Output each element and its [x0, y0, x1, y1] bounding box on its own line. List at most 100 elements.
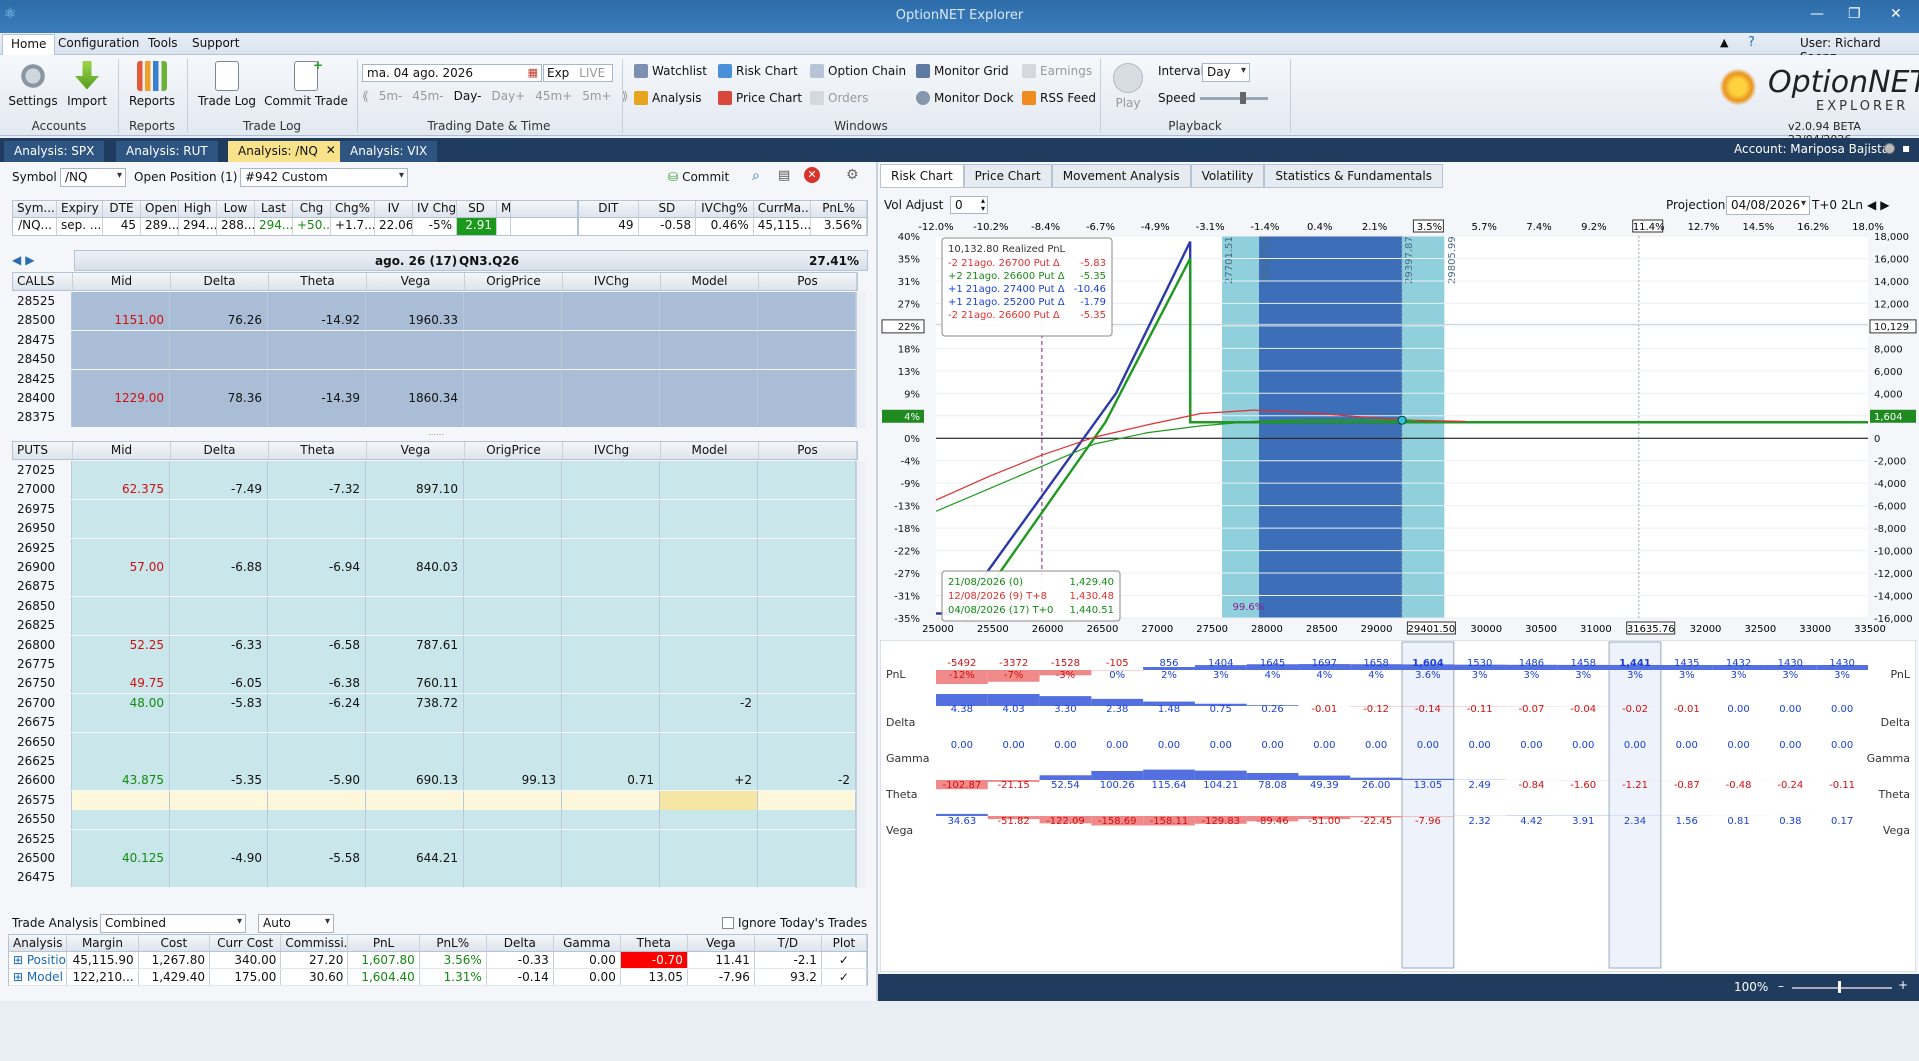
stat-header[interactable]: CurrMa...: [754, 201, 812, 217]
quote-header[interactable]: Chg: [293, 201, 331, 217]
analysis-col-header[interactable]: PnL: [348, 935, 419, 951]
chain-row[interactable]: 26575: [12, 791, 856, 810]
chain-col-header[interactable]: Delta: [171, 273, 269, 290]
step-5m-back[interactable]: 5m-: [379, 89, 403, 103]
quote-header[interactable]: SD: [457, 201, 497, 217]
chart-tab[interactable]: Volatility: [1191, 164, 1265, 188]
step-back-icon[interactable]: ⟪: [362, 89, 369, 103]
quote-header[interactable]: DTE: [103, 201, 141, 217]
chain-row[interactable]: 26550: [12, 810, 856, 829]
tab-analysis-vix[interactable]: Analysis: VIX: [340, 141, 437, 162]
chain-row[interactable]: 285001151.0076.26-14.921960.33: [12, 311, 856, 330]
chain-col-header[interactable]: IVChg: [563, 442, 661, 459]
lines-label[interactable]: 2Ln: [1841, 198, 1863, 212]
chain-row[interactable]: 2690057.00-6.88-6.94840.03: [12, 558, 856, 577]
stat-header[interactable]: PnL%: [811, 201, 867, 217]
chain-row[interactable]: 26475: [12, 868, 856, 887]
tab-configuration[interactable]: Configuration: [58, 36, 139, 50]
quote-header[interactable]: IV: [375, 201, 413, 217]
chain-row[interactable]: 2660043.875-5.35-5.90690.1399.130.71+2-2: [12, 771, 856, 790]
option-chain-button[interactable]: Option Chain: [810, 64, 906, 78]
chain-row[interactable]: 28525: [12, 292, 856, 311]
tab-analysis-nq[interactable]: Analysis: /NQ✕: [228, 141, 342, 162]
chain-col-header[interactable]: Model: [661, 273, 759, 290]
step-day-back[interactable]: Day-: [454, 89, 482, 103]
analysis-button[interactable]: Analysis: [634, 91, 701, 105]
chain-scrollbar[interactable]: [856, 461, 866, 888]
pin-icon[interactable]: ▪: [1902, 141, 1910, 155]
chain-col-header[interactable]: Delta: [171, 442, 269, 459]
chain-row[interactable]: 26650: [12, 733, 856, 752]
quote-header[interactable]: Expiry: [57, 201, 103, 217]
play-button[interactable]: Play: [1108, 63, 1148, 110]
analysis-col-header[interactable]: T/D: [755, 935, 822, 951]
tab-tools[interactable]: Tools: [148, 36, 178, 50]
help-icon[interactable]: ?: [1748, 35, 1755, 50]
maximize-icon[interactable]: ❐: [1848, 6, 1861, 22]
chart-tab[interactable]: Price Chart: [964, 164, 1052, 188]
zoom-thumb[interactable]: [1838, 981, 1841, 993]
analysis-col-header[interactable]: Vega: [688, 935, 755, 951]
grid-icon[interactable]: ▤: [778, 168, 790, 183]
chain-row[interactable]: 2700062.375-7.49-7.32897.10: [12, 480, 856, 499]
magnify-icon[interactable]: ⌕: [752, 168, 760, 184]
risk-chart[interactable]: 27701.5128047.6329397.8729805.9940%35%31…: [878, 218, 1919, 638]
chain-col-header[interactable]: IVChg: [563, 273, 661, 290]
plot-checkbox[interactable]: ✓: [822, 969, 867, 985]
trading-date-field[interactable]: ma. 04 ago. 2026 ▦: [362, 64, 542, 82]
quote-header[interactable]: Mc: [497, 201, 511, 217]
risk-chart-button[interactable]: Risk Chart: [718, 64, 798, 78]
settings-gear-icon[interactable]: ⚙: [846, 167, 859, 183]
analysis-col-header[interactable]: Curr Cost: [210, 935, 281, 951]
analysis-col-header[interactable]: Gamma: [554, 935, 621, 951]
close-tab-icon[interactable]: ✕: [326, 143, 336, 157]
chain-col-header[interactable]: OrigPrice: [465, 273, 563, 290]
calendar-icon[interactable]: ▦: [528, 66, 538, 79]
tab-home[interactable]: Home: [2, 34, 55, 55]
watchlist-button[interactable]: Watchlist: [634, 64, 707, 78]
quote-header[interactable]: Last: [255, 201, 293, 217]
chain-row[interactable]: 284001229.0078.36-14.391860.34: [12, 389, 856, 408]
chain-row[interactable]: 28375: [12, 408, 856, 427]
monitor-dock-button[interactable]: Monitor Dock: [916, 91, 1014, 105]
chain-col-header[interactable]: Vega: [367, 273, 465, 290]
settings-button[interactable]: Settings: [8, 61, 58, 108]
minimize-icon[interactable]: —: [1810, 6, 1824, 22]
chain-col-header[interactable]: Theta: [269, 273, 367, 290]
chain-row[interactable]: 28450: [12, 350, 856, 369]
proj-prev-icon[interactable]: ◀: [1867, 198, 1876, 212]
chain-row[interactable]: 27025: [12, 461, 856, 480]
step-5m-forward[interactable]: 5m+: [582, 89, 611, 103]
chain-col-header[interactable]: Pos: [759, 442, 857, 459]
symbol-select[interactable]: /NQ: [60, 168, 126, 187]
quote-header[interactable]: Open: [141, 201, 179, 217]
chain-col-header[interactable]: OrigPrice: [465, 442, 563, 459]
zoom-out-icon[interactable]: –: [1778, 979, 1784, 993]
vol-adjust-input[interactable]: 0▴▾: [950, 196, 988, 214]
chain-col-header[interactable]: Theta: [269, 442, 367, 459]
chain-row[interactable]: 26850: [12, 597, 856, 616]
chain-col-header[interactable]: Pos: [759, 273, 857, 290]
analysis-col-header[interactable]: Margin: [67, 935, 138, 951]
chain-row[interactable]: 26950: [12, 519, 856, 538]
chain-col-header[interactable]: Model: [661, 442, 759, 459]
plot-checkbox[interactable]: ✓: [822, 952, 867, 968]
splitter-handle[interactable]: ⋯⋯: [428, 430, 448, 439]
step-45m-forward[interactable]: 45m+: [535, 89, 572, 103]
price-chart-button[interactable]: Price Chart: [718, 91, 802, 105]
analysis-col-header[interactable]: Analysis: [9, 935, 67, 951]
zoom-slider[interactable]: [1792, 987, 1892, 989]
next-expiry-icon[interactable]: ▶: [25, 253, 34, 267]
projection-date-select[interactable]: 04/08/2026: [1726, 196, 1810, 215]
chain-row[interactable]: 26525: [12, 830, 856, 849]
chain-row[interactable]: 26825: [12, 616, 856, 635]
ignore-trades-checkbox[interactable]: Ignore Today's Trades: [722, 916, 867, 930]
chain-row[interactable]: 26775: [12, 655, 856, 674]
chart-tab[interactable]: Risk Chart: [880, 164, 964, 188]
chain-col-header[interactable]: Vega: [367, 442, 465, 459]
import-button[interactable]: Import: [62, 61, 112, 108]
analysis-col-header[interactable]: Cost: [139, 935, 210, 951]
zoom-in-icon[interactable]: +: [1898, 978, 1908, 992]
analysis-col-header[interactable]: Delta: [487, 935, 554, 951]
chain-row[interactable]: 26675: [12, 713, 856, 732]
